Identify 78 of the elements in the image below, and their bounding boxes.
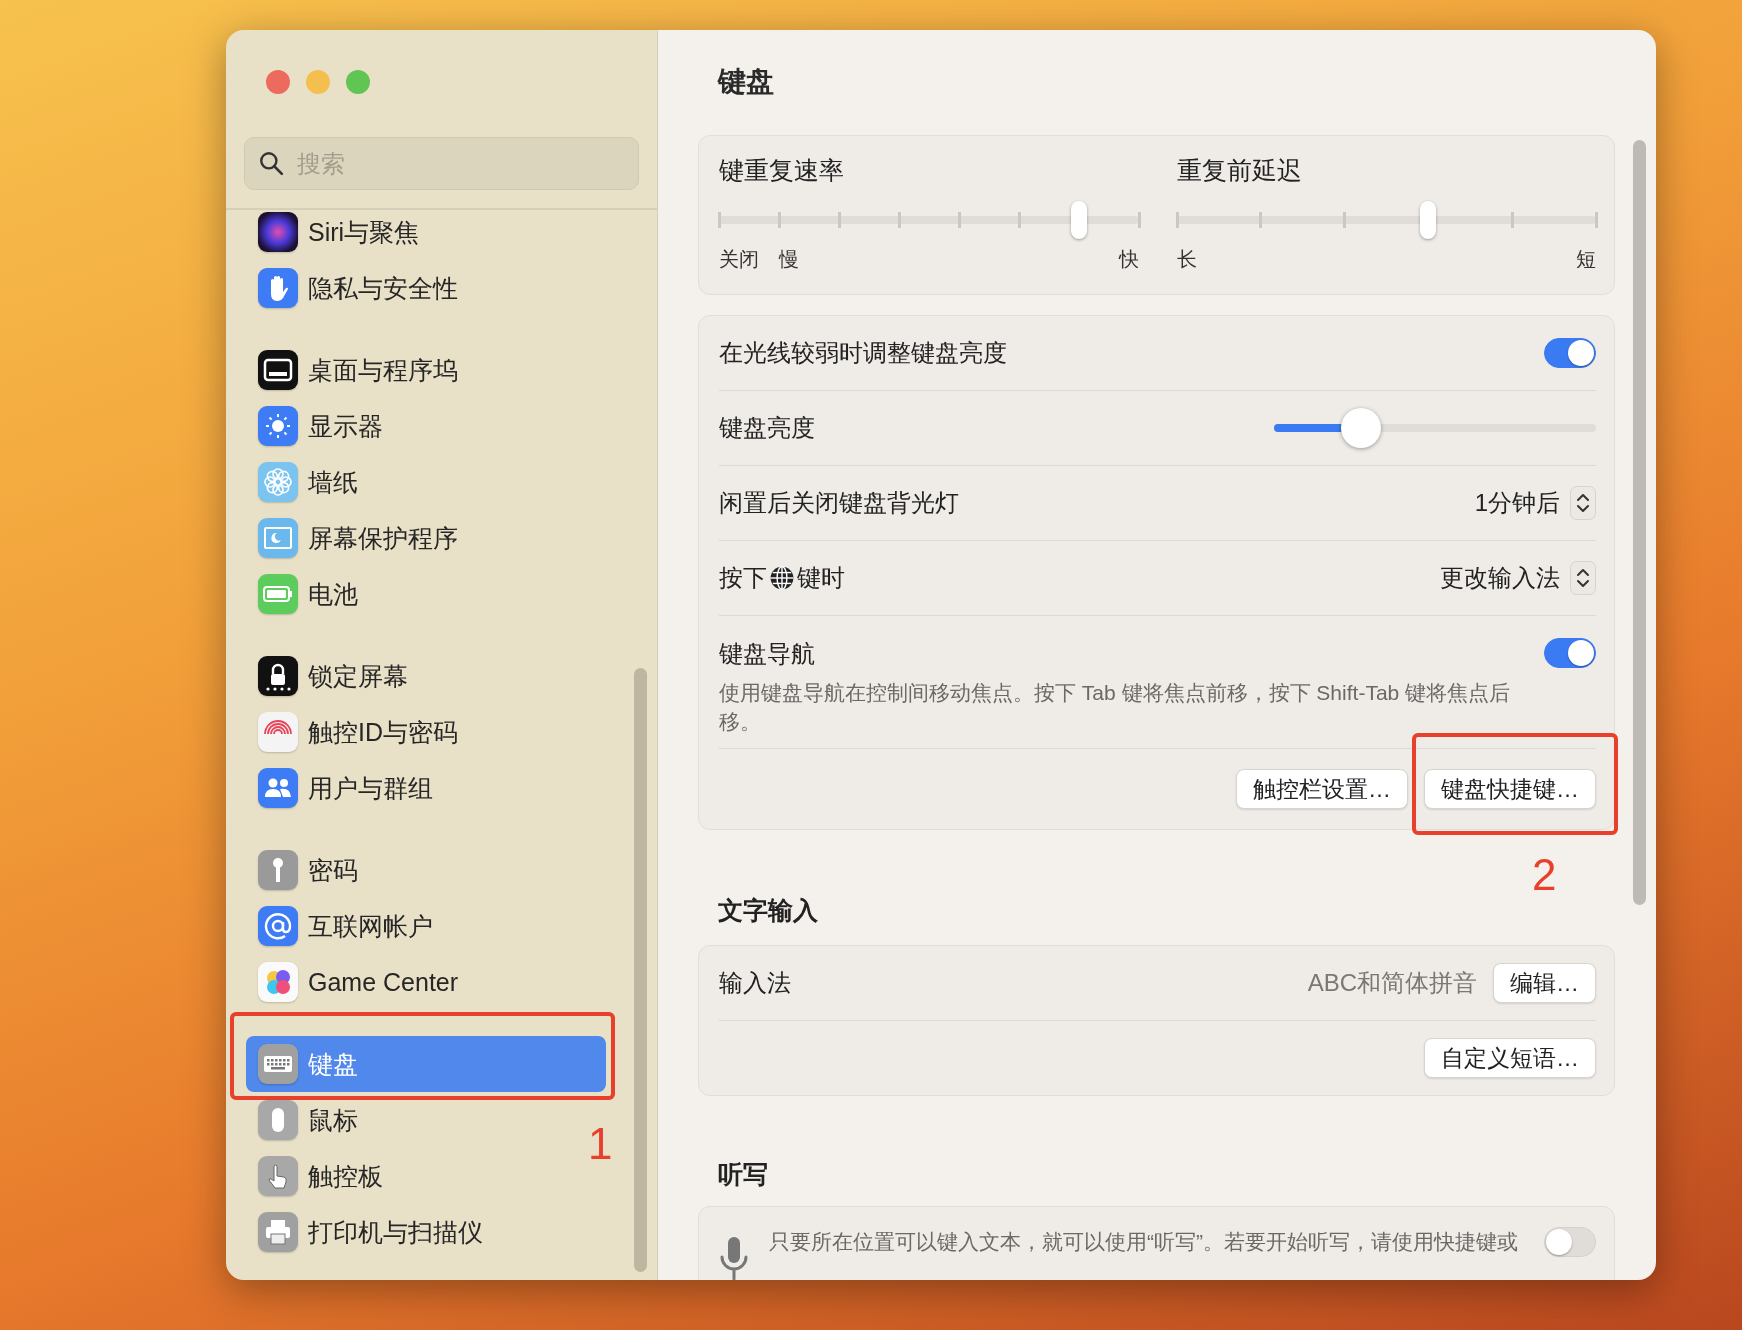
sun-icon <box>258 406 298 446</box>
lock-icon <box>258 656 298 696</box>
section-title: 听写 <box>718 1159 768 1190</box>
circles-icon <box>258 962 298 1002</box>
sidebar-item[interactable]: 屏幕保护程序 <box>246 510 606 566</box>
sidebar-item[interactable]: 锁定屏幕 <box>246 648 606 704</box>
setting-label: 闲置后关闭键盘背光灯 <box>719 488 959 518</box>
moon-icon <box>258 518 298 558</box>
scrollbar-thumb[interactable] <box>1633 140 1646 905</box>
slider-end-label: 短 <box>1576 247 1596 272</box>
search-icon <box>258 150 284 176</box>
annotation-number: 2 <box>1532 851 1557 899</box>
popup-menu[interactable]: 1分钟后 <box>1474 486 1596 520</box>
slider-label: 键重复速率 <box>719 155 845 186</box>
globe-icon <box>769 565 795 591</box>
slider-label: 重复前延迟 <box>1176 155 1303 186</box>
battery-icon <box>258 574 298 614</box>
sidebar-item[interactable]: Siri与聚焦 <box>246 204 606 260</box>
slider[interactable] <box>1176 201 1596 239</box>
dictation-description: 只要所在位置可以键入文本，就可以使用“听写”。若要开始听写，请使用快捷键或 <box>769 1229 1519 1255</box>
mouse-icon <box>258 1100 298 1140</box>
fingerprint-icon <box>258 712 298 752</box>
slider-thumb[interactable] <box>1070 201 1087 239</box>
setting-label: 输入法 <box>719 968 791 998</box>
close-button[interactable] <box>266 70 290 94</box>
keyboard-icon <box>258 1044 298 1084</box>
sidebar-item[interactable]: 隐私与安全性 <box>246 260 606 316</box>
popup-menu[interactable]: 更改输入法 <box>1440 561 1596 595</box>
search-field[interactable]: 搜索 <box>244 137 639 190</box>
hand-pointer-icon <box>258 1156 298 1196</box>
sidebar-item[interactable]: Game Center <box>246 954 606 1010</box>
people-icon <box>258 768 298 808</box>
desktop-icon <box>258 350 298 390</box>
setting-label: 在光线较弱时调整键盘亮度 <box>719 338 1007 368</box>
slider-end-label: 长 <box>1176 247 1197 272</box>
printer-icon <box>258 1212 298 1252</box>
section-title: 文字输入 <box>718 895 818 926</box>
sidebar-item[interactable]: 互联网帐户 <box>246 898 606 954</box>
scrollbar-thumb[interactable] <box>634 668 647 1272</box>
settings-button[interactable]: 键盘快捷键… <box>1424 769 1596 809</box>
sidebar-item[interactable]: 触控ID与密码 <box>246 704 606 760</box>
sidebar-item[interactable]: 打印机与扫描仪 <box>246 1204 606 1260</box>
setting-description: 使用键盘导航在控制间移动焦点。按下 Tab 键将焦点前移，按下 Shift-Tab 键将焦点后移。 <box>719 680 1512 735</box>
slider[interactable] <box>1274 408 1596 448</box>
siri-orb-icon <box>258 212 298 252</box>
slider-thumb[interactable] <box>1340 408 1381 448</box>
settings-button[interactable]: 触控栏设置… <box>1236 769 1408 809</box>
setting-label: 键盘亮度 <box>719 413 815 443</box>
setting-label: 按下 <box>719 563 767 593</box>
slider-end-label: 慢 <box>779 247 799 272</box>
minimize-button[interactable] <box>306 70 330 94</box>
sidebar-item[interactable]: 墙纸 <box>246 454 606 510</box>
sidebar-item[interactable]: 显示器 <box>246 398 606 454</box>
zoom-button[interactable] <box>346 70 370 94</box>
toggle-switch[interactable] <box>1544 638 1596 668</box>
annotation-number: 1 <box>588 1120 613 1168</box>
slider-thumb[interactable] <box>1420 201 1437 239</box>
settings-button[interactable]: 自定义短语… <box>1424 1038 1596 1078</box>
page-title: 键盘 <box>716 65 775 99</box>
microphone-icon <box>719 1235 749 1280</box>
flower-icon <box>258 462 298 502</box>
slider-end-label: 快 <box>1118 247 1139 272</box>
setting-label: 键时 <box>797 563 845 593</box>
sidebar-item[interactable]: 电池 <box>246 566 606 622</box>
setting-label: 键盘导航 <box>719 639 815 669</box>
hand-icon <box>258 268 298 308</box>
stepper-icon <box>1570 486 1596 520</box>
at-sign-icon <box>258 906 298 946</box>
sidebar-item[interactable]: 密码 <box>246 842 606 898</box>
edit-button[interactable]: 编辑… <box>1493 963 1596 1003</box>
slider-end-label: 关闭 <box>719 247 759 272</box>
sidebar-item[interactable]: 桌面与程序坞 <box>246 342 606 398</box>
stepper-icon <box>1570 561 1596 595</box>
slider[interactable] <box>719 201 1139 239</box>
setting-value: ABC和简体拼音 <box>1307 968 1477 998</box>
sidebar-item[interactable]: 用户与群组 <box>246 760 606 816</box>
toggle-switch[interactable] <box>1544 338 1596 368</box>
key-icon <box>258 850 298 890</box>
